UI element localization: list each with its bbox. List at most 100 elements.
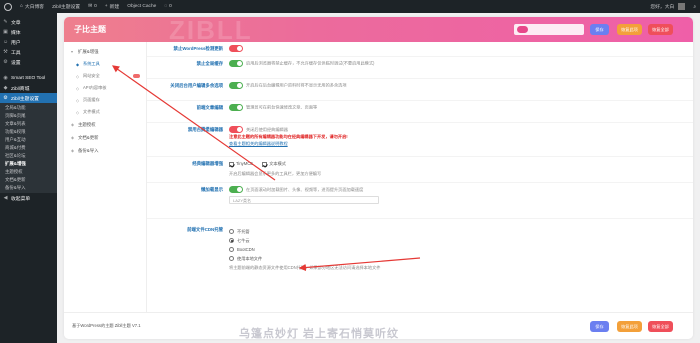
setting-label: 经典编辑器增强 [192,161,223,166]
wp-logo-menu[interactable] [0,0,16,13]
sidebar-item-tools[interactable]: ⚒ 工具 [0,47,57,57]
radio-option-local[interactable]: 使用本地文件 [229,254,693,263]
account-menu[interactable]: 您好，大白 [646,0,689,13]
submenu-item[interactable]: 文档&更新 [0,176,57,184]
tab-api-review[interactable]: ◇ API内容审核 [64,82,146,94]
toggle-switch[interactable] [229,104,243,111]
help-link[interactable]: 查看主题相关的编辑器说明教程 [229,141,288,146]
header-search-input[interactable] [514,24,584,35]
media-icon: ▣ [3,28,8,35]
toggle-switch[interactable] [229,82,243,89]
panel-header: 子比主题 ZIBLL 保存 恢复此项 恢复全部 [64,17,693,45]
tab-backup-import[interactable]: ◈ 备份&导入 [64,144,146,157]
setting-row: 关闭后台用户编辑多余选项 开启后在后台编辑用户资料时将不显示无用的多余选项 [147,79,693,101]
restore-section-button[interactable]: 恢复此项 [617,24,642,35]
toggle-switch[interactable] [229,126,243,134]
admin-sidebar: ✎ 文章 ▣ 媒体 ☺ 用户 ⚒ 工具 ⚙ 设置 ◉ Smart SEO Tool ◆ Zib… [0,13,57,343]
radio-option-bootcdn[interactable]: BootCDN [229,245,693,254]
submenu-item[interactable]: 功能&权限 [0,128,57,136]
tab-system-tools[interactable]: ◆ 系统工具 [64,58,146,70]
setting-row: 前端文章编辑 管理员可在前台快速修改文章、页面等 [147,101,693,123]
check-icon [229,161,234,167]
comment-icon: ✉ [88,4,93,9]
zibll-submenu: 全局&功能 页脚&页尾 文章&列表 功能&权限 用户&互动 商城&付费 社区&论… [0,103,57,193]
object-cache-link[interactable]: Object Cache [123,0,160,13]
comments-link[interactable]: ✉ 0 [84,0,101,13]
sidebar-item-media[interactable]: ▣ 媒体 [0,27,57,37]
new-content-link[interactable]: + 新建 [101,0,123,13]
submenu-item-current[interactable]: 扩展&增强 [0,160,57,168]
tab-license[interactable]: ◈ 主题授权 [64,118,146,131]
overlay-watermark-text: 乌篷点妙灯 岩上寄石悄莫听纹 [239,328,400,340]
check-icon [262,161,268,167]
sidebar-item-users[interactable]: ☺ 用户 [0,37,57,47]
submenu-item[interactable]: 社区&论坛 [0,152,57,160]
submenu-item[interactable]: 页脚&页尾 [0,112,57,120]
wrench-icon: ⚒ [3,48,8,55]
footer-restore-button[interactable]: 恢复此项 [617,321,642,332]
setting-row: 禁止全局缓存 启用后浏览器将禁止缓存，不允许缓存仅供临时调试(不要启用此模式) [147,57,693,79]
radio-option-none[interactable]: 不托管 [229,227,693,236]
save-button[interactable]: 保存 [590,24,609,35]
submenu-item[interactable]: 全局&功能 [0,104,57,112]
setting-label: 懒加载显示 [201,187,223,192]
tab-file-mode[interactable]: ◇ 文件模式 [64,106,146,118]
tab-docs-update[interactable]: ◈ 文档&更新 [64,131,146,144]
setting-label: 关闭后台用户编辑多余选项 [170,83,223,88]
toggle-switch[interactable] [229,60,243,67]
chevron-down-icon: ▾ [71,49,74,54]
lazy-class-input[interactable]: LAZY类名 [229,196,379,205]
reset-all-button[interactable]: 恢复全部 [648,24,673,35]
avatar [678,3,686,10]
settings-tab-nav: ▾ 扩展&增强 ◆ 系统工具 ◇ 网站安全 ◇ API内容审核 ◇ 页面缓存 ◇ 文件模式 … [64,42,147,312]
sidebar-item-shop[interactable]: ◆ Zibll商城 [0,83,57,93]
footer-save-button[interactable]: 保存 [590,321,609,332]
search-icon: ⌕ [693,4,696,10]
setting-row: 经典编辑器增强 TinyMCE 文本模式 开启后编辑器会显示更多的工具栏，更加方… [147,157,693,183]
sidebar-item-seo[interactable]: ◉ Smart SEO Tool [0,73,57,83]
tools-icon: ◆ [76,61,80,67]
shield-icon: ◇ [76,73,80,79]
toggle-switch[interactable] [229,186,243,194]
submenu-item[interactable]: 用户&互动 [0,136,57,144]
admin-search[interactable]: ⌕ [689,0,700,13]
site-name-link[interactable]: ⌂ 大白博客 [16,0,48,13]
submenu-item[interactable]: 备份&导入 [0,184,57,192]
footer-reset-button[interactable]: 恢复全部 [648,321,673,332]
backup-icon: ◈ [71,148,75,153]
footer-text: 基于WordPress的主题 Zibll主题 V7.1 [72,323,141,328]
plus-icon: + [104,4,108,9]
radio-icon [229,229,234,234]
collapse-menu-button[interactable]: ◀ 收起菜单 [0,193,57,203]
sidebar-item-posts[interactable]: ✎ 文章 [0,17,57,27]
tab-site-security[interactable]: ◇ 网站安全 [64,70,146,82]
tab-page-cache[interactable]: ◇ 页面缓存 [64,94,146,106]
collapse-icon: ◀ [3,194,8,201]
submenu-item[interactable]: 主题授权 [0,168,57,176]
sidebar-item-settings[interactable]: ⚙ 设置 [0,57,57,67]
toggle-switch[interactable] [229,45,243,52]
comments-link-2[interactable]: ◌ 0 [160,0,176,13]
tab-extensions[interactable]: ▾ 扩展&增强 [64,45,146,58]
sidebar-item-zibll-settings[interactable]: ⚙ Zibll主题设置 [0,93,57,103]
checkbox-tinymce[interactable]: TinyMCE [229,160,253,168]
submenu-item[interactable]: 商城&付费 [0,144,57,152]
setting-description: 将主题前端的静态资源文件使用CDN托管，如果部分地区无法访问请选择本地文件 [229,265,381,270]
search-toggle[interactable] [517,26,528,33]
checkbox-text-mode[interactable]: 文本模式 [262,160,286,168]
setting-label: 前端文件CDN托管 [187,227,223,232]
theme-settings-link[interactable]: Zibll主题设置 [48,0,84,13]
settings-content: 禁止WordPress检测更新 禁止全局缓存 启用后浏览器将禁止缓存，不允许缓存… [147,42,693,312]
seo-icon: ◉ [3,74,8,81]
hot-badge [133,74,140,78]
radio-icon [229,247,234,252]
wordpress-icon [4,2,12,11]
pin-icon: ✎ [3,18,8,25]
file-icon: ◇ [76,109,80,115]
radio-option-qiniu[interactable]: 七牛云 [229,236,693,245]
gear-icon: ⚙ [3,94,8,101]
submenu-item[interactable]: 文章&列表 [0,120,57,128]
setting-label: 禁用古腾堡编辑器 [187,127,223,132]
key-icon: ◈ [71,122,75,127]
settings-panel: 子比主题 ZIBLL 保存 恢复此项 恢复全部 ▾ 扩展&增强 ◆ 系统工具 ◇ 网站… [64,17,693,339]
